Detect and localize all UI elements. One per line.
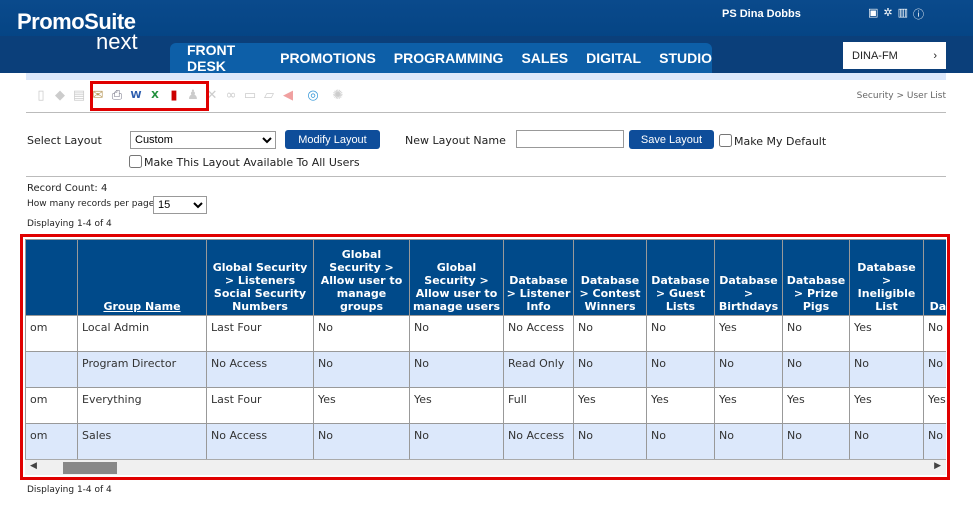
save-layout-button[interactable]: Save Layout [629,130,714,149]
station-selector[interactable]: DINA-FM › [843,42,946,69]
station-name: DINA-FM [852,49,898,62]
help-icon[interactable]: ⓘ [913,6,924,22]
user-card-icon[interactable]: ▣ [868,6,878,22]
save-icon: ▤ [72,87,86,103]
nav-programming[interactable]: PROGRAMMING [394,50,504,66]
displaying-bottom: Displaying 1-4 of 4 [27,485,112,495]
ps-icon[interactable]: ◎ [299,86,327,104]
nav-sales[interactable]: SALES [521,50,568,66]
app-header: PromoSuite next PS Dina Dobbs ▣ ✲ ▥ ⓘ FRONT… [0,0,973,74]
gear-icon[interactable]: ✲ [883,6,892,22]
user-name[interactable]: PS Dina Dobbs [722,8,801,20]
breadcrumb: Security > User List [856,91,946,101]
layout-select[interactable]: Custom [130,131,276,149]
all-users-label: Make This Layout Available To All Users [144,156,360,169]
divider [26,112,946,113]
settings-icon: ✺ [332,87,344,103]
new-layout-name-input[interactable] [516,130,624,148]
nav-front-desk[interactable]: FRONT DESK [187,42,262,74]
table-highlight [20,234,950,480]
chart-icon[interactable]: ▥ [898,6,908,22]
make-default-label: Make My Default [734,135,827,148]
sub-strip [26,73,946,80]
new-icon: ▯ [37,87,45,103]
edit-icon: ◆ [55,87,65,103]
make-default-checkbox[interactable] [719,134,732,147]
all-users-checkbox[interactable] [129,155,142,168]
chevron-right-icon: › [933,49,937,62]
new-layout-name-label: New Layout Name [405,134,506,147]
card-icon: ▭ [243,87,257,103]
header-icons: ▣ ✲ ▥ ⓘ [868,6,924,22]
export-highlight [90,81,209,111]
select-layout-label: Select Layout [27,134,102,147]
record-count: Record Count: 4 [27,183,108,194]
nav-digital[interactable]: DIGITAL [586,50,641,66]
displaying-top: Displaying 1-4 of 4 [27,219,112,229]
divider [26,176,946,177]
undo-icon: ◀ [283,87,293,103]
main-nav: FRONT DESK PROMOTIONS PROGRAMMING SALES … [170,42,712,74]
nav-studio[interactable]: STUDIO [659,50,712,66]
note-icon: ▱ [264,87,274,103]
link-icon: ∞ [225,87,237,103]
nav-promotions[interactable]: PROMOTIONS [280,50,376,66]
per-page-label: How many records per page [27,199,155,209]
logo-sub: next [96,29,138,54]
per-page-select[interactable]: 15 [153,196,207,214]
modify-layout-button[interactable]: Modify Layout [285,130,380,149]
